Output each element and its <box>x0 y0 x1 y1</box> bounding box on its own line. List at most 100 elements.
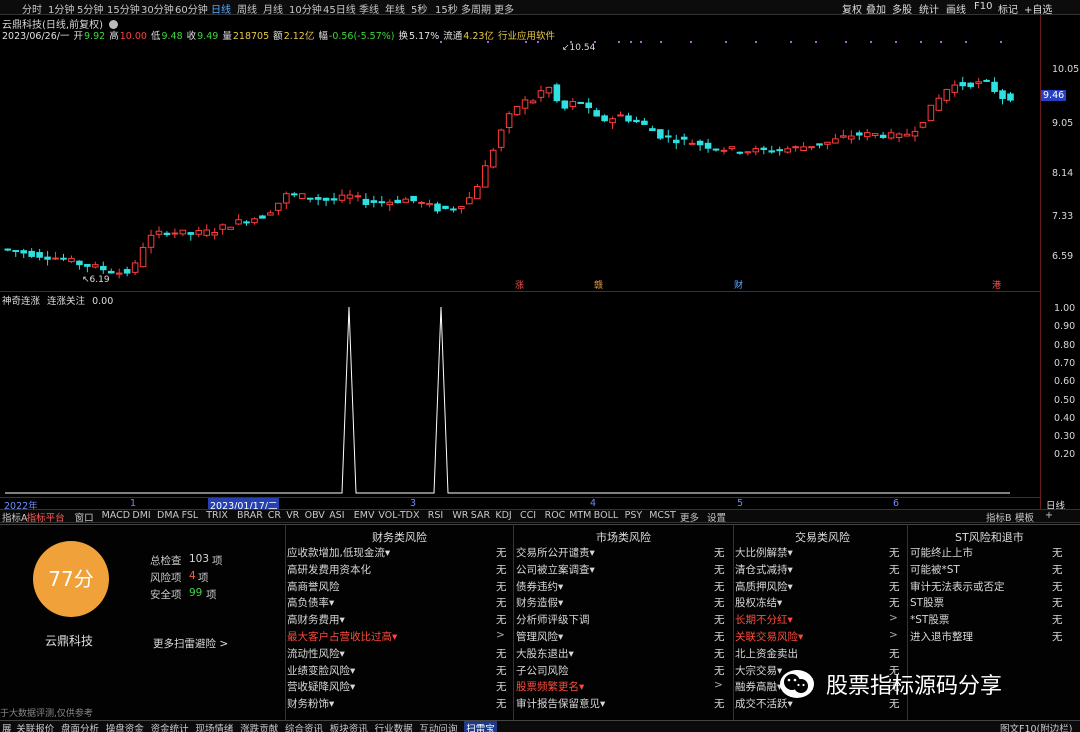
tab-0[interactable]: 指标A <box>2 510 28 524</box>
bottom-item-4[interactable]: 资金统计 <box>151 721 189 732</box>
bottom-item-3[interactable]: 操盘资金 <box>106 721 144 732</box>
toolbar-4[interactable]: 画线 <box>946 1 966 16</box>
risk-item[interactable]: 流动性风险▾ <box>287 646 345 661</box>
indicator-chart[interactable] <box>0 292 1040 497</box>
toolbar-7[interactable]: +自选 <box>1024 1 1052 16</box>
risk-item[interactable]: 北上资金卖出 <box>735 646 798 661</box>
tab-right-2[interactable]: + <box>1045 510 1053 521</box>
risk-item[interactable]: 最大客户占营收比过高▾ <box>287 629 397 644</box>
risk-item[interactable]: 业绩变脸风险▾ <box>287 663 355 678</box>
risk-item[interactable]: 子公司风险 <box>516 663 569 678</box>
risk-item[interactable]: ST股票 <box>910 595 944 610</box>
risk-item[interactable]: 财务粉饰▾ <box>287 696 334 711</box>
risk-item[interactable]: 审计报告保留意见▾ <box>516 696 605 711</box>
tab-17[interactable]: SAR <box>471 510 490 521</box>
bottom-item-9[interactable]: 行业数据 <box>375 721 413 732</box>
tab-14[interactable]: VOL-TDX <box>378 510 419 521</box>
period-6[interactable]: 日线 <box>211 1 231 16</box>
risk-item[interactable]: 财务造假▾ <box>516 595 563 610</box>
tab-6[interactable]: FSL <box>182 510 199 521</box>
period-13[interactable]: 5秒 <box>411 1 427 16</box>
bottom-item-1[interactable]: 关联报价 <box>16 721 54 732</box>
period-3[interactable]: 15分钟 <box>107 1 140 16</box>
risk-item[interactable]: 关联交易风险▾ <box>735 629 803 644</box>
toolbar-3[interactable]: 统计 <box>919 1 939 16</box>
period-0[interactable]: 分时 <box>22 1 42 16</box>
tab-11[interactable]: OBV <box>305 510 325 521</box>
bottom-item-5[interactable]: 现场情绪 <box>195 721 233 732</box>
risk-item[interactable]: 可能终止上市 <box>910 545 973 560</box>
risk-item[interactable]: 债券违约▾ <box>516 579 563 594</box>
bottom-item-7[interactable]: 综合资讯 <box>285 721 323 732</box>
risk-item[interactable]: 高商誉风险 <box>287 579 340 594</box>
tab-8[interactable]: BRAR <box>237 510 263 521</box>
bottom-item-8[interactable]: 板块资讯 <box>330 721 368 732</box>
risk-item[interactable]: 可能被*ST <box>910 562 960 577</box>
tab-12[interactable]: ASI <box>329 510 344 521</box>
tab-7[interactable]: TRIX <box>206 510 228 521</box>
risk-item[interactable]: 高质押风险▾ <box>735 579 793 594</box>
toolbar-1[interactable]: 叠加 <box>866 1 886 16</box>
tab-21[interactable]: MTM <box>569 510 591 521</box>
tab-1[interactable]: 指标平台 <box>27 510 65 524</box>
tab-2[interactable]: 窗口 <box>75 510 94 524</box>
period-15[interactable]: 多周期 <box>461 1 491 16</box>
event-marker[interactable]: 涨 <box>515 280 524 291</box>
toolbar-5[interactable]: F10 <box>974 1 992 12</box>
period-9[interactable]: 10分钟 <box>289 1 322 16</box>
tab-19[interactable]: CCI <box>520 510 536 521</box>
tab-20[interactable]: ROC <box>545 510 566 521</box>
risk-item-value[interactable]: > <box>889 629 898 641</box>
toolbar-0[interactable]: 复权 <box>842 1 862 16</box>
risk-item[interactable]: 营收疑降风险▾ <box>287 679 355 694</box>
tab-right-0[interactable]: 指标B <box>986 510 1012 524</box>
risk-item[interactable]: 分析师评级下调 <box>516 612 590 627</box>
risk-item[interactable]: 高财务费用▾ <box>287 612 345 627</box>
bottom-item-10[interactable]: 互动问询 <box>419 721 457 732</box>
tab-22[interactable]: BOLL <box>594 510 618 521</box>
more-scan-link[interactable]: 更多扫雷避险 > <box>153 636 228 651</box>
bottom-item-11[interactable]: 扫雷宝 <box>464 721 497 732</box>
tab-23[interactable]: PSY <box>625 510 643 521</box>
period-10[interactable]: 45日线 <box>323 1 356 16</box>
toolbar-6[interactable]: 标记 <box>998 1 1018 16</box>
risk-item[interactable]: 审计无法表示或否定 <box>910 579 1005 594</box>
tab-15[interactable]: RSI <box>428 510 443 521</box>
risk-item[interactable]: 股票频繁更名▾ <box>516 679 584 694</box>
tab-25[interactable]: 更多 <box>680 510 699 524</box>
risk-item[interactable]: 交易所公开谴责▾ <box>516 545 595 560</box>
tab-10[interactable]: VR <box>286 510 299 521</box>
bottom-item-6[interactable]: 涨跌贡献 <box>240 721 278 732</box>
risk-item-value[interactable]: > <box>496 629 505 641</box>
risk-item[interactable]: *ST股票 <box>910 612 949 627</box>
period-7[interactable]: 周线 <box>237 1 257 16</box>
tab-3[interactable]: MACD <box>102 510 130 521</box>
tab-4[interactable]: DMI <box>132 510 150 521</box>
tab-16[interactable]: WR <box>452 510 468 521</box>
risk-item-value[interactable]: > <box>714 679 723 691</box>
tab-5[interactable]: DMA <box>157 510 179 521</box>
event-marker[interactable]: 港 <box>992 279 1001 291</box>
risk-item[interactable]: 高研发费用资本化 <box>287 562 371 577</box>
event-marker[interactable]: 财 <box>734 279 743 291</box>
candlestick-chart[interactable]: ↙10.54 ↖6.19 涨 赣 财 港 <box>0 40 1040 292</box>
tab-13[interactable]: EMV <box>354 510 375 521</box>
tab-24[interactable]: MCST <box>649 510 676 521</box>
risk-item[interactable]: 融券高融▾ <box>735 679 782 694</box>
risk-item[interactable]: 清仓式减持▾ <box>735 562 793 577</box>
period-16[interactable]: 更多 <box>494 1 514 16</box>
period-4[interactable]: 30分钟 <box>141 1 174 16</box>
period-14[interactable]: 15秒 <box>435 1 458 16</box>
period-11[interactable]: 季线 <box>359 1 379 16</box>
risk-item[interactable]: 大比例解禁▾ <box>735 545 793 560</box>
risk-item[interactable]: 管理风险▾ <box>516 629 563 644</box>
tab-9[interactable]: CR <box>268 510 281 521</box>
toolbar-2[interactable]: 多股 <box>892 1 912 16</box>
risk-item-value[interactable]: > <box>889 612 898 624</box>
bottom-item-2[interactable]: 盘面分析 <box>61 721 99 732</box>
risk-item[interactable]: 公司被立案调查▾ <box>516 562 595 577</box>
period-8[interactable]: 月线 <box>263 1 283 16</box>
risk-item[interactable]: 长期不分红▾ <box>735 612 793 627</box>
risk-item[interactable]: 应收款增加,低现金流▾ <box>287 545 390 560</box>
risk-item[interactable]: 大股东退出▾ <box>516 646 574 661</box>
